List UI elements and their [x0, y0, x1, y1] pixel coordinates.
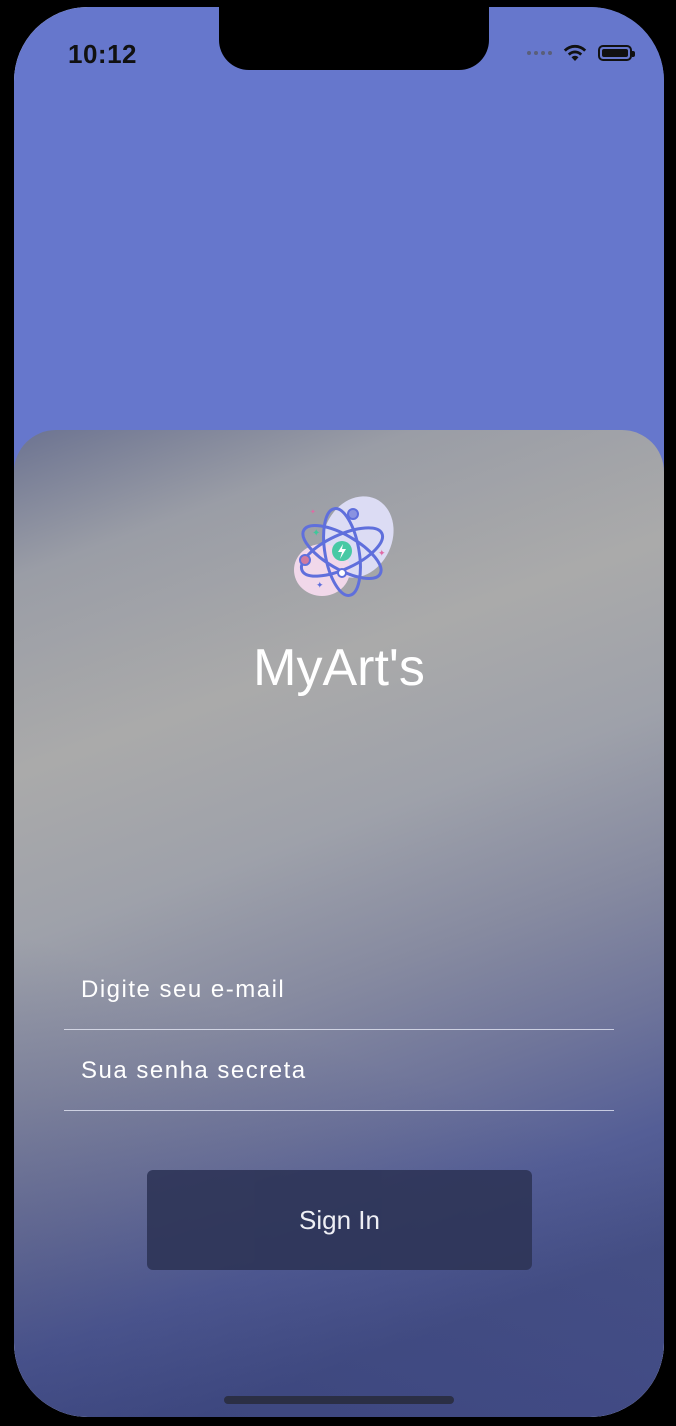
status-icons: [527, 43, 635, 63]
login-card: ✦ ✦ ✦ ✦ MyArt's Sign In: [14, 430, 664, 1417]
phone-screen: 10:12 ✦ ✦ ✦ ✦ MyArt's Digite seu e-mail …: [14, 7, 664, 1417]
svg-text:✦: ✦: [378, 549, 386, 559]
password-field[interactable]: [64, 1031, 614, 1111]
app-title: MyArt's: [253, 639, 425, 697]
email-input[interactable]: [81, 970, 581, 1010]
email-field[interactable]: [64, 950, 614, 1030]
svg-text:✦: ✦: [310, 508, 316, 516]
signal-dots-icon: [527, 51, 552, 55]
status-time: 10:12: [68, 39, 137, 69]
svg-text:✦: ✦: [316, 581, 324, 591]
svg-text:✦: ✦: [312, 528, 320, 539]
wifi-icon: [563, 44, 587, 61]
battery-icon: [598, 45, 635, 61]
home-indicator[interactable]: [224, 1396, 454, 1404]
notch: [219, 7, 489, 70]
atom-logo-icon: ✦ ✦ ✦ ✦: [294, 496, 394, 597]
sign-in-button[interactable]: Sign In: [147, 1170, 532, 1270]
password-input[interactable]: [81, 1051, 581, 1091]
